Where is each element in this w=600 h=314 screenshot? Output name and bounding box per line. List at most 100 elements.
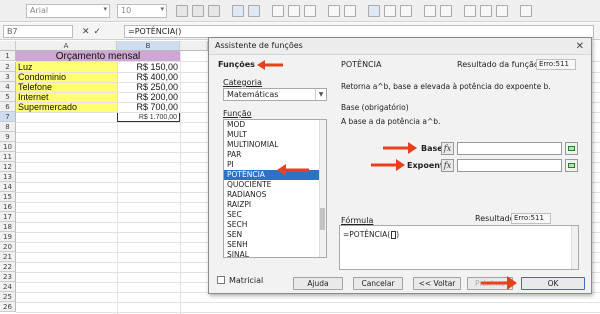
row-header[interactable]: 9: [0, 132, 16, 142]
bold-icon[interactable]: [176, 5, 188, 17]
fx-icon[interactable]: fx: [441, 142, 454, 155]
total-cell[interactable]: R$ 1.700,00: [117, 112, 180, 122]
function-list[interactable]: MOD MULT MULTINOMIAL PAR PI POTÊNCIA QUOCIENTE…: [223, 119, 327, 258]
row-header[interactable]: 21: [0, 252, 16, 262]
number-icon[interactable]: [400, 5, 412, 17]
highlight-icon[interactable]: [248, 5, 260, 17]
indent-icon[interactable]: [424, 5, 436, 17]
function-list-item[interactable]: RADIANOS: [224, 190, 326, 200]
font-size-select[interactable]: 10 ▾: [117, 4, 167, 18]
row-header[interactable]: 25: [0, 292, 16, 302]
item-value[interactable]: R$ 700,00: [117, 102, 180, 112]
function-list-item[interactable]: MOD: [224, 120, 326, 130]
border-style-icon[interactable]: [480, 5, 492, 17]
percent-icon[interactable]: [384, 5, 396, 17]
toolbar: Arial ▾ 10 ▾: [0, 0, 600, 22]
formula-text: =POTÊNCIA(: [343, 230, 391, 239]
row-header[interactable]: 2: [0, 62, 16, 72]
row-header[interactable]: 20: [0, 242, 16, 252]
base-input[interactable]: [457, 142, 562, 155]
red-arrow-icon: [371, 159, 405, 171]
function-list-item[interactable]: QUOCIENTE: [224, 180, 326, 190]
column-header-b[interactable]: B: [117, 41, 180, 51]
align-left-icon[interactable]: [272, 5, 284, 17]
item-name[interactable]: Supermercado: [16, 102, 117, 112]
help-button[interactable]: Ajuda: [293, 277, 343, 290]
shrink-icon[interactable]: [565, 159, 578, 172]
row-header[interactable]: 4: [0, 82, 16, 92]
row-header[interactable]: 10: [0, 142, 16, 152]
function-list-item[interactable]: SEN: [224, 230, 326, 240]
function-list-item[interactable]: RAIZPI: [224, 200, 326, 210]
item-value[interactable]: R$ 250,00: [117, 82, 180, 92]
function-list-item[interactable]: PAR: [224, 150, 326, 160]
function-list-item[interactable]: SECH: [224, 220, 326, 230]
row-header[interactable]: 26: [0, 302, 16, 312]
ok-button[interactable]: OK: [521, 277, 585, 290]
row-header[interactable]: 23: [0, 272, 16, 282]
fx-icon[interactable]: fx: [441, 159, 454, 172]
scrollbar-thumb[interactable]: [320, 208, 325, 230]
column-header-c[interactable]: [180, 41, 208, 51]
item-name[interactable]: Internet: [16, 92, 117, 102]
row-header[interactable]: 5: [0, 92, 16, 102]
function-list-item[interactable]: MULTINOMIAL: [224, 140, 326, 150]
row-header[interactable]: 14: [0, 182, 16, 192]
merge-icon[interactable]: [344, 5, 356, 17]
formula-textarea[interactable]: =POTÊNCIA(): [339, 225, 579, 270]
back-button[interactable]: << Voltar: [413, 277, 461, 290]
column-header-a[interactable]: A: [16, 41, 117, 51]
row-header[interactable]: 22: [0, 262, 16, 272]
exponent-input[interactable]: [457, 159, 562, 172]
wrap-icon[interactable]: [328, 5, 340, 17]
row-header[interactable]: 11: [0, 152, 16, 162]
item-value[interactable]: R$ 200,00: [117, 92, 180, 102]
row-header[interactable]: 13: [0, 172, 16, 182]
row-header[interactable]: 18: [0, 222, 16, 232]
row-header[interactable]: 15: [0, 192, 16, 202]
align-center-icon[interactable]: [288, 5, 300, 17]
item-name[interactable]: Condominio: [16, 72, 117, 82]
function-list-item[interactable]: MULT: [224, 130, 326, 140]
outdent-icon[interactable]: [440, 5, 452, 17]
item-value[interactable]: R$ 150,00: [117, 62, 180, 72]
function-list-scrollbar[interactable]: [319, 120, 326, 257]
chevron-down-icon: ▾: [160, 5, 164, 13]
font-name-select[interactable]: Arial ▾: [26, 4, 110, 18]
align-right-icon[interactable]: [304, 5, 316, 17]
row-header[interactable]: 12: [0, 162, 16, 172]
font-color-icon[interactable]: [232, 5, 244, 17]
corner-cell[interactable]: [0, 41, 16, 51]
conditional-icon[interactable]: [520, 5, 532, 17]
background-color-icon[interactable]: [496, 5, 508, 17]
matrix-checkbox[interactable]: [217, 276, 225, 284]
row-header[interactable]: 19: [0, 232, 16, 242]
shrink-icon[interactable]: [565, 142, 578, 155]
row-header[interactable]: 8: [0, 122, 16, 132]
row-header[interactable]: 24: [0, 282, 16, 292]
item-name[interactable]: Luz: [16, 62, 117, 72]
item-name[interactable]: Telefone: [16, 82, 117, 92]
row-header[interactable]: 3: [0, 72, 16, 82]
function-list-item[interactable]: SINAL: [224, 250, 326, 257]
item-value[interactable]: R$ 400,00: [117, 72, 180, 82]
row-header[interactable]: 1: [0, 51, 16, 61]
close-icon[interactable]: ✕: [576, 41, 584, 52]
cancel-button[interactable]: Cancelar: [353, 277, 403, 290]
name-box[interactable]: B7: [3, 25, 73, 38]
currency-icon[interactable]: [368, 5, 380, 17]
category-select[interactable]: Matemáticas ▼: [223, 88, 327, 101]
row-header[interactable]: 17: [0, 212, 16, 222]
function-list-item[interactable]: SEC: [224, 210, 326, 220]
row-header[interactable]: 16: [0, 202, 16, 212]
row-header[interactable]: 6: [0, 102, 16, 112]
row-header[interactable]: 7: [0, 112, 16, 122]
underline-icon[interactable]: [208, 5, 220, 17]
italic-icon[interactable]: [192, 5, 204, 17]
base-label: Base: [421, 144, 443, 153]
formula-scrollbar[interactable]: [571, 226, 578, 269]
formula-bar-icons[interactable]: ✕✓: [82, 27, 105, 37]
borders-icon[interactable]: [464, 5, 476, 17]
function-list-item[interactable]: SENH: [224, 240, 326, 250]
tab-functions[interactable]: Funções: [218, 60, 255, 69]
